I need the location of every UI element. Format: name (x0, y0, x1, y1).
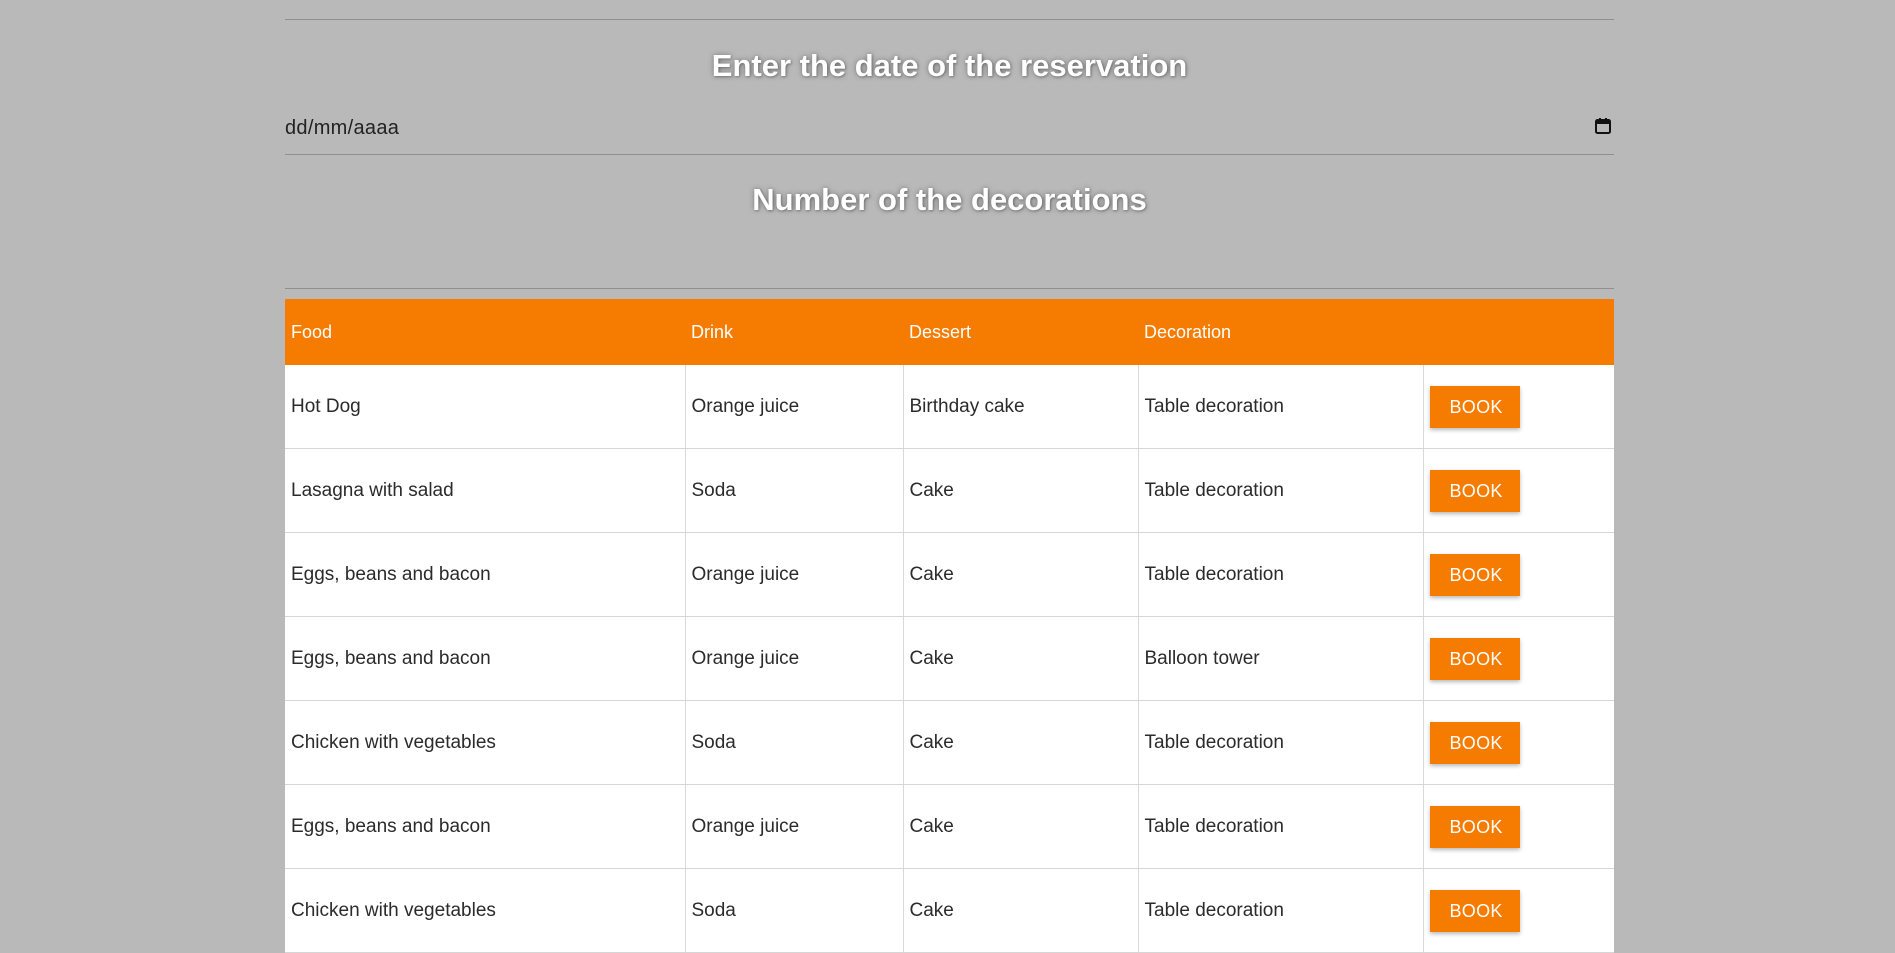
divider (285, 19, 1614, 20)
food-cell: Eggs, beans and bacon (285, 616, 685, 701)
table-header-row: Food Drink Dessert Decoration (285, 299, 1614, 365)
decoration-cell: Table decoration (1137, 448, 1423, 533)
drink-cell: Soda (684, 700, 903, 785)
table-row: Eggs, beans and bacon Orange juice Cake … (285, 532, 1614, 617)
dessert-cell: Cake (902, 868, 1138, 953)
action-cell: BOOK (1422, 616, 1614, 701)
column-header-food: Food (285, 299, 685, 365)
action-cell: BOOK (1422, 532, 1614, 617)
book-button[interactable]: BOOK (1429, 637, 1520, 680)
table-row: Chicken with vegetables Soda Cake Table … (285, 700, 1614, 785)
table-row: Eggs, beans and bacon Orange juice Cake … (285, 784, 1614, 869)
drink-cell: Orange juice (684, 784, 903, 869)
book-button[interactable]: BOOK (1429, 553, 1520, 596)
food-cell: Hot Dog (285, 365, 685, 449)
menu-table: Food Drink Dessert Decoration Hot Dog Or… (285, 299, 1614, 953)
table-row: Eggs, beans and bacon Orange juice Cake … (285, 616, 1614, 701)
table-row: Chicken with vegetables Soda Cake Table … (285, 868, 1614, 953)
date-heading: Enter the date of the reservation (711, 48, 1188, 83)
date-input-placeholder: dd/mm/aaaa (285, 117, 400, 139)
table-row: Lasagna with salad Soda Cake Table decor… (285, 448, 1614, 533)
book-button[interactable]: BOOK (1429, 469, 1520, 512)
column-header-decoration: Decoration (1138, 299, 1423, 365)
column-header-action (1423, 299, 1614, 365)
table-row: Hot Dog Orange juice Birthday cake Table… (285, 365, 1614, 449)
food-cell: Eggs, beans and bacon (285, 784, 685, 869)
calendar-icon[interactable] (1594, 117, 1612, 135)
decorations-heading: Number of the decorations (752, 182, 1147, 217)
decoration-cell: Table decoration (1137, 784, 1423, 869)
food-cell: Lasagna with salad (285, 448, 685, 533)
decoration-cell: Table decoration (1137, 365, 1423, 449)
book-button[interactable]: BOOK (1429, 889, 1520, 932)
dessert-cell: Cake (902, 532, 1138, 617)
dessert-cell: Cake (902, 448, 1138, 533)
drink-cell: Soda (684, 868, 903, 953)
decoration-cell: Table decoration (1137, 868, 1423, 953)
action-cell: BOOK (1422, 700, 1614, 785)
action-cell: BOOK (1422, 365, 1614, 449)
food-cell: Chicken with vegetables (285, 868, 685, 953)
column-header-drink: Drink (685, 299, 903, 365)
drink-cell: Orange juice (684, 365, 903, 449)
food-cell: Eggs, beans and bacon (285, 532, 685, 617)
dessert-cell: Cake (902, 784, 1138, 869)
decoration-cell: Table decoration (1137, 532, 1423, 617)
book-button[interactable]: BOOK (1429, 721, 1520, 764)
drink-cell: Orange juice (684, 532, 903, 617)
dessert-cell: Cake (902, 616, 1138, 701)
decorations-number-input[interactable] (285, 228, 1614, 289)
decoration-cell: Table decoration (1137, 700, 1423, 785)
reservation-date-input[interactable]: dd/mm/aaaa (285, 110, 1614, 155)
column-header-dessert: Dessert (903, 299, 1138, 365)
dessert-cell: Cake (902, 700, 1138, 785)
decoration-cell: Balloon tower (1137, 616, 1423, 701)
drink-cell: Soda (684, 448, 903, 533)
action-cell: BOOK (1422, 784, 1614, 869)
dessert-cell: Birthday cake (902, 365, 1138, 449)
book-button[interactable]: BOOK (1429, 385, 1520, 428)
food-cell: Chicken with vegetables (285, 700, 685, 785)
book-button[interactable]: BOOK (1429, 805, 1520, 848)
drink-cell: Orange juice (684, 616, 903, 701)
action-cell: BOOK (1422, 868, 1614, 953)
action-cell: BOOK (1422, 448, 1614, 533)
